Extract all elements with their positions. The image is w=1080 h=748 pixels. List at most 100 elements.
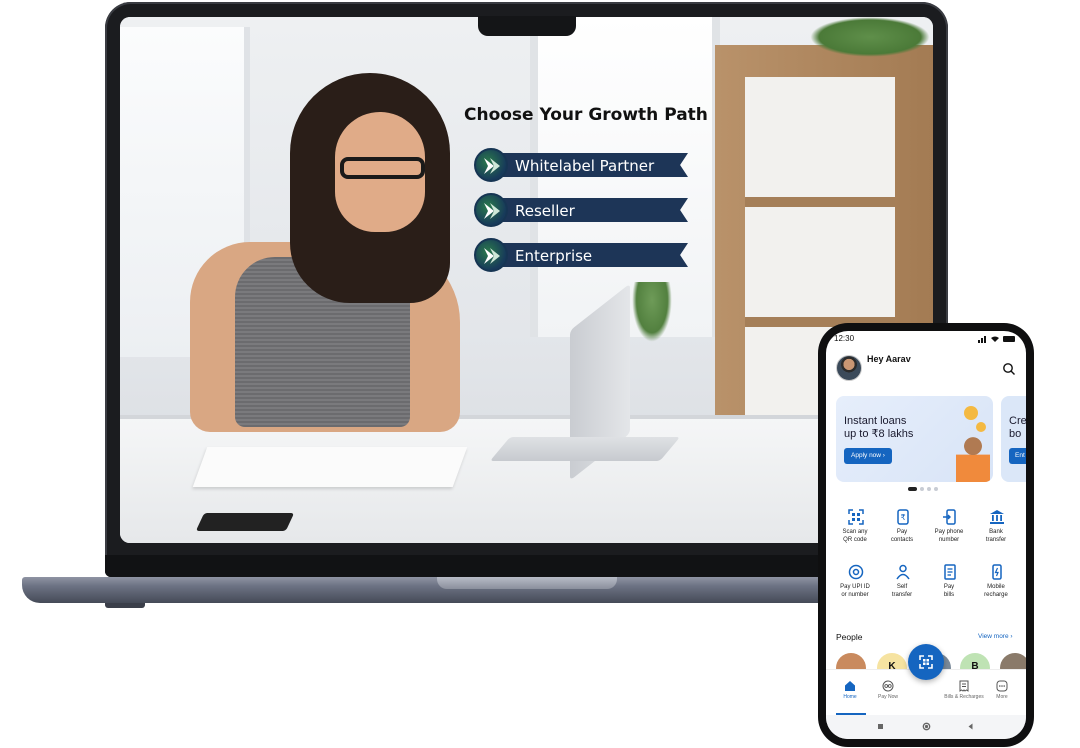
status-icons <box>978 336 1015 343</box>
view-more-link[interactable]: View more › <box>978 633 1013 640</box>
action-label-line: Self <box>896 584 908 590</box>
banner-peek-line: bo <box>1009 428 1022 440</box>
svg-text:₹: ₹ <box>901 513 906 522</box>
action-label-line: Pay <box>896 529 908 535</box>
more-icon <box>996 680 1008 692</box>
search-icon[interactable] <box>1002 362 1016 376</box>
action-mobile-recharge[interactable]: Mobile recharge <box>972 564 1020 614</box>
scene-glasses <box>340 157 425 179</box>
carousel-dot-active[interactable] <box>908 487 917 491</box>
coin-icon <box>976 422 986 432</box>
path-label: Reseller <box>515 202 575 220</box>
back-icon[interactable] <box>966 722 975 731</box>
action-label: Pay contacts <box>878 529 926 544</box>
nav-bills-recharges[interactable]: Bills & Recharges <box>944 680 984 700</box>
system-navigation-bar <box>826 715 1026 739</box>
people-heading: People <box>836 632 863 642</box>
carousel-dot[interactable] <box>934 487 938 491</box>
path-label: Enterprise <box>515 247 593 265</box>
bills-icon <box>959 680 969 692</box>
nav-label: Pay Now <box>877 694 898 700</box>
action-label-line: QR code <box>843 536 867 543</box>
action-label-line: transfer <box>891 591 913 598</box>
bank-icon <box>990 510 1004 524</box>
laptop-camera-notch <box>478 16 576 36</box>
pay-now-icon <box>882 680 894 692</box>
recents-icon[interactable] <box>876 722 885 731</box>
mobile-recharge-icon <box>992 564 1002 580</box>
action-label-line: number <box>938 536 960 543</box>
qr-scan-icon <box>848 509 864 525</box>
action-label: Pay bills <box>925 584 973 599</box>
scene-laptop-base <box>489 437 681 461</box>
nav-pay-now[interactable]: Pay Now <box>868 680 908 700</box>
action-pay-phone[interactable]: Pay phone number <box>925 509 973 559</box>
avatar[interactable] <box>836 355 862 381</box>
laptop-screen <box>120 17 933 543</box>
phone-pay-icon <box>943 509 956 525</box>
action-label: Bank transfer <box>972 529 1020 544</box>
arrow-badge-icon <box>474 238 508 272</box>
nav-label: Bills & Recharges <box>944 694 984 700</box>
scene-notebook <box>192 447 468 487</box>
action-label: Pay phone number <box>925 529 973 544</box>
contacts-icon: ₹ <box>897 509 909 525</box>
banner-peek-button[interactable]: Ent <box>1009 448 1026 464</box>
laptop-base-notch <box>437 577 617 589</box>
action-label-line: Pay <box>943 584 955 590</box>
greeting-text: Hey Aarav <box>867 354 911 364</box>
path-whitelabel-partner[interactable]: Whitelabel Partner <box>474 148 688 182</box>
action-self-transfer[interactable]: Self transfer <box>878 564 926 614</box>
growth-path-heading: Choose Your Growth Path <box>464 105 708 125</box>
action-label-line: Scan any <box>842 529 868 535</box>
laptop-foot <box>105 603 145 608</box>
path-label: Whitelabel Partner <box>515 157 655 175</box>
action-label-line: bills <box>943 591 955 598</box>
banner-title-line: Instant loans <box>844 415 907 427</box>
nav-home[interactable]: Home <box>830 680 870 700</box>
action-pay-upi[interactable]: Pay UPI ID or number <box>831 564 879 614</box>
path-enterprise[interactable]: Enterprise <box>474 238 688 272</box>
banner-peek-line: Cre <box>1009 415 1026 427</box>
action-label-line: or number <box>841 591 869 598</box>
action-label-line: transfer <box>985 536 1007 543</box>
status-time: 12:30 <box>834 334 855 343</box>
action-label: Self transfer <box>878 584 926 599</box>
home-button-icon[interactable] <box>922 722 931 731</box>
arrow-badge-icon <box>474 193 508 227</box>
action-pay-contacts[interactable]: ₹ Pay contacts <box>878 509 926 559</box>
action-label-line: Pay phone <box>934 529 964 535</box>
banner-peek-title: Cre bo <box>1009 415 1026 441</box>
path-reseller[interactable]: Reseller <box>474 193 688 227</box>
nav-more[interactable]: More <box>982 680 1022 700</box>
scan-fab-button[interactable] <box>908 644 944 680</box>
banner-title-line: up to ₹8 lakhs <box>844 428 914 440</box>
action-label-line: contacts <box>890 536 914 543</box>
action-label: Mobile recharge <box>972 584 1020 599</box>
action-scan-qr[interactable]: Scan any QR code <box>831 509 879 559</box>
apply-now-button[interactable]: Apply now › <box>844 448 892 464</box>
next-banner-peek[interactable]: Cre bo Ent <box>1001 396 1026 482</box>
self-transfer-icon <box>896 564 910 580</box>
banner-illustration <box>956 436 990 482</box>
banner-title: Instant loans up to ₹8 lakhs <box>844 415 944 441</box>
action-label: Scan any QR code <box>831 529 879 544</box>
action-pay-bills[interactable]: Pay bills <box>925 564 973 614</box>
scene-phone <box>195 513 295 531</box>
phone-screen: 12:30 Hey Aarav Instant loans up to ₹8 l… <box>826 331 1026 739</box>
carousel-dot[interactable] <box>920 487 924 491</box>
action-label-line: recharge <box>984 591 1008 598</box>
action-label: Pay UPI ID or number <box>831 584 879 599</box>
loan-banner[interactable]: Instant loans up to ₹8 lakhs Apply now › <box>836 396 993 482</box>
action-bank-transfer[interactable]: Bank transfer <box>972 509 1020 559</box>
carousel-dot[interactable] <box>927 487 931 491</box>
home-icon <box>845 681 855 691</box>
action-label-line: Mobile <box>987 584 1005 590</box>
coin-icon <box>964 406 978 420</box>
upi-at-icon <box>848 564 864 580</box>
scene-plant-small <box>632 282 672 342</box>
bill-icon <box>944 564 956 580</box>
nav-label: Home <box>843 694 857 700</box>
scene-shelf-board <box>745 197 895 207</box>
arrow-badge-icon <box>474 148 508 182</box>
